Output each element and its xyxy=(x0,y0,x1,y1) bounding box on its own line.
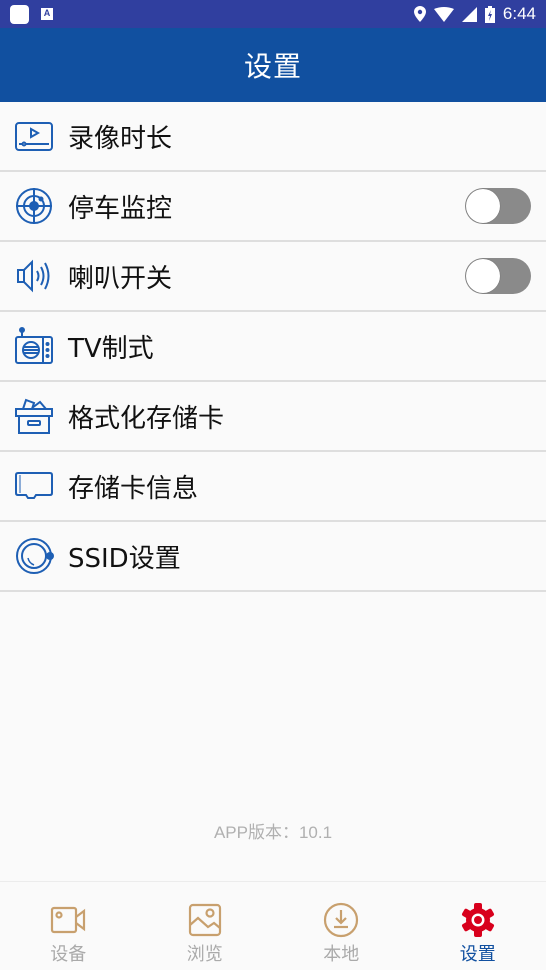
setting-label: 格式化存储卡 xyxy=(68,403,225,434)
signal-icon xyxy=(461,6,477,22)
setting-format-card[interactable]: 格式化存储卡 xyxy=(0,382,546,452)
gallery-icon xyxy=(187,902,223,938)
app-version: APP版本：10.1 xyxy=(213,823,333,842)
battery-charging-icon xyxy=(484,5,495,23)
nav-item-browse[interactable]: 浏览 xyxy=(137,882,274,970)
app-bar: 设置 xyxy=(0,28,546,102)
speaker-toggle[interactable] xyxy=(465,258,531,294)
wifi-icon xyxy=(433,6,454,22)
download-icon xyxy=(323,902,359,938)
setting-speaker[interactable]: 喇叭开关 xyxy=(0,242,546,312)
nav-item-settings[interactable]: 设置 xyxy=(410,882,546,970)
toggle-knob xyxy=(466,259,500,293)
tv-icon xyxy=(14,326,54,366)
nav-item-device[interactable]: 设备 xyxy=(0,882,137,970)
setting-label: 喇叭开关 xyxy=(68,263,173,294)
location-icon xyxy=(413,6,426,22)
status-bar: A 6:44 xyxy=(0,0,546,28)
app-icon xyxy=(10,5,29,24)
setting-card-info[interactable]: 存储卡信息 xyxy=(0,452,546,522)
setting-label: SSID设置 xyxy=(68,543,181,574)
setting-label: 停车监控 xyxy=(68,193,173,224)
video-duration-icon xyxy=(14,116,54,156)
setting-label: TV制式 xyxy=(68,333,154,364)
nav-item-local[interactable]: 本地 xyxy=(273,882,410,970)
setting-parking-monitor[interactable]: 停车监控 xyxy=(0,172,546,242)
nav-label: 本地 xyxy=(323,944,360,965)
parking-monitor-toggle[interactable] xyxy=(465,188,531,224)
sd-card-icon xyxy=(14,466,54,506)
speaker-icon xyxy=(14,256,54,296)
nav-label: 设备 xyxy=(50,944,87,965)
setting-ssid[interactable]: SSID设置 xyxy=(0,522,546,592)
setting-video-duration[interactable]: 录像时长 xyxy=(0,102,546,172)
settings-list: 录像时长 停车监控 喇叭开关 TV制式 格式化存储卡 存储卡信息 SSID设置 xyxy=(0,102,546,592)
ssid-icon xyxy=(14,536,54,576)
parking-monitor-icon xyxy=(14,186,54,226)
clock: 6:44 xyxy=(502,4,536,23)
camera-icon xyxy=(50,902,86,938)
page-title: 设置 xyxy=(243,50,302,83)
format-box-icon xyxy=(14,396,54,436)
nav-label: 设置 xyxy=(459,944,496,965)
toggle-knob xyxy=(466,189,500,223)
nav-label: 浏览 xyxy=(186,944,223,965)
gear-icon xyxy=(460,902,496,938)
setting-label: 录像时长 xyxy=(68,123,173,154)
a-icon: A xyxy=(41,8,53,20)
bottom-nav: 设备 浏览 本地 设置 xyxy=(0,881,546,970)
setting-tv-format[interactable]: TV制式 xyxy=(0,312,546,382)
setting-label: 存储卡信息 xyxy=(68,473,199,504)
